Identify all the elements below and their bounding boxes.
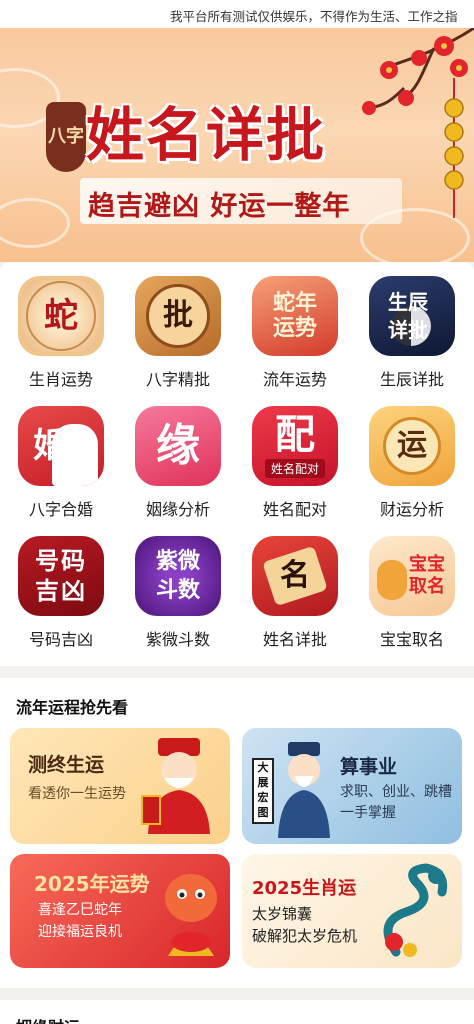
grid-label: 号码吉凶 bbox=[28, 630, 93, 649]
promo-title: 2025年运势 bbox=[34, 872, 150, 896]
baby-naming-icon: 宝宝取名 bbox=[369, 536, 455, 616]
snake-mascot-icon bbox=[165, 874, 217, 956]
scroll-icon: 名 bbox=[252, 536, 338, 616]
grid-item-xiangpi[interactable]: 名 姓名详批 bbox=[236, 522, 354, 650]
grid-item-shengchen[interactable]: 生辰详批 生辰详批 bbox=[353, 262, 471, 390]
icon-glyph: 号码吉凶 bbox=[35, 546, 87, 605]
promo-title: 测终生运 bbox=[28, 754, 105, 776]
grid-label: 姓名详批 bbox=[262, 630, 327, 649]
number-icon: 号码吉凶 bbox=[18, 536, 104, 616]
promo-card-2025[interactable]: 2025年运势 喜逢乙巳蛇年 迎接福运良机 bbox=[10, 854, 230, 968]
god-of-wealth-icon bbox=[141, 738, 210, 834]
promo-card-career[interactable]: 大展宏图 算事业 求职、创业、跳槽一手掌握 bbox=[242, 728, 462, 844]
promo-card-zodiac[interactable]: 2025生肖运 太岁锦囊 破解犯太岁危机 bbox=[242, 854, 462, 968]
promo-desc: 喜逢乙巳蛇年 bbox=[38, 902, 122, 918]
grid-label: 宝宝取名 bbox=[379, 630, 444, 649]
grid-label: 紫微斗数 bbox=[145, 630, 210, 649]
feature-grid: 蛇 生肖运势 批 八字精批 蛇年运势 流年运势 生辰详批 生辰详批 婚 八字合婚… bbox=[0, 262, 474, 666]
grid-label: 八字精批 bbox=[145, 370, 210, 389]
banner-carousel[interactable]: 八字 姓名详批 趋吉避凶 好运一整年 bbox=[0, 28, 474, 262]
promo-desc: 求职、创业、跳槽一手掌握 bbox=[340, 784, 452, 821]
grid-item-haoma[interactable]: 号码吉凶 号码吉凶 bbox=[2, 522, 120, 650]
promo-title: 2025生肖运 bbox=[252, 878, 357, 899]
grid-label: 生肖运势 bbox=[28, 370, 93, 389]
dragon-icon bbox=[383, 863, 448, 957]
icon-glyph: 生辰详批 bbox=[388, 290, 428, 342]
scholar-icon bbox=[278, 742, 330, 838]
icon-glyph: 缘 bbox=[156, 420, 200, 471]
icon-subtext: 姓名配对 bbox=[264, 458, 325, 478]
promo-desc: 看透你一生运势 bbox=[28, 786, 126, 802]
bazi-badge-text: 八字 bbox=[48, 125, 84, 147]
cloud-decoration-icon bbox=[0, 198, 70, 248]
promo-card-lifetime[interactable]: 测终生运 看透你一生运势 bbox=[10, 728, 230, 844]
promo-title: 算事业 bbox=[340, 756, 398, 778]
bazi-badge: 八字 bbox=[46, 102, 86, 172]
grid-item-caiyun[interactable]: 运 财运分析 bbox=[353, 392, 471, 520]
fortune-section: 流年运程抢先看 测终生运 看透你一生运势 大展宏图 算事业 求职、创业、跳槽一手… bbox=[0, 678, 474, 988]
coin-icon: 运 bbox=[369, 406, 455, 486]
grid-item-hehun[interactable]: 婚 八字合婚 bbox=[2, 392, 120, 520]
grid-label: 生辰详批 bbox=[379, 370, 444, 389]
icon-glyph: 蛇年运势 bbox=[272, 289, 317, 341]
grid-item-liunian[interactable]: 蛇年运势 流年运势 bbox=[236, 262, 354, 390]
notice-text: 我平台所有测试仅供娱乐，不得作为生活、工作之指 bbox=[170, 9, 458, 24]
grid-label: 流年运势 bbox=[262, 370, 327, 389]
icon-glyph: 宝宝取名 bbox=[409, 554, 445, 597]
grid-item-ziwei[interactable]: 紫微斗数 紫微斗数 bbox=[119, 522, 237, 650]
sign-text: 大展宏图 bbox=[257, 761, 269, 819]
page: 我平台所有测试仅供娱乐，不得作为生活、工作之指 八字 姓名详批 趋吉避凶 好运一… bbox=[0, 0, 474, 1024]
snake-year-icon: 蛇年运势 bbox=[252, 276, 338, 356]
grid-item-zodiac[interactable]: 蛇 生肖运势 bbox=[2, 262, 120, 390]
next-section: 姻缘财运 bbox=[0, 1000, 474, 1024]
grid-item-bazi[interactable]: 批 八字精批 bbox=[119, 262, 237, 390]
icon-glyph: 名 bbox=[280, 558, 310, 593]
icon-glyph: 运 bbox=[397, 428, 427, 463]
next-section-title: 姻缘财运 bbox=[16, 1014, 80, 1024]
ziwei-icon: 紫微斗数 bbox=[135, 536, 221, 616]
sign-board: 大展宏图 bbox=[252, 758, 274, 824]
grid-label: 姻缘分析 bbox=[145, 500, 210, 519]
section-title: 流年运程抢先看 bbox=[16, 698, 129, 717]
grid-label: 八字合婚 bbox=[28, 500, 93, 519]
icon-glyph: 紫微斗数 bbox=[155, 548, 200, 603]
grid-label: 姓名配对 bbox=[262, 500, 327, 519]
banner-title: 姓名详批 bbox=[86, 101, 327, 169]
promo-desc: 迎接福运良机 bbox=[38, 924, 122, 940]
fate-icon: 缘 bbox=[135, 406, 221, 486]
bazi-compass-icon: 批 bbox=[135, 276, 221, 356]
name-match-icon: 配 姓名配对 bbox=[252, 406, 338, 486]
icon-glyph: 批 bbox=[163, 298, 193, 333]
notice-bar: 我平台所有测试仅供娱乐，不得作为生活、工作之指 bbox=[0, 0, 474, 28]
grid-item-baobao[interactable]: 宝宝取名 宝宝取名 bbox=[353, 522, 471, 650]
promo-desc: 太岁锦囊 bbox=[252, 905, 313, 923]
promo-desc: 破解犯太岁危机 bbox=[252, 927, 358, 945]
banner-subtitle: 趋吉避凶 好运一整年 bbox=[88, 191, 351, 222]
taiji-icon: 生辰详批 bbox=[369, 276, 455, 356]
grid-item-peidui[interactable]: 配 姓名配对 姓名配对 bbox=[236, 392, 354, 520]
snake-zodiac-icon: 蛇 bbox=[18, 276, 104, 356]
grid-item-yinyuan[interactable]: 缘 姻缘分析 bbox=[119, 392, 237, 520]
icon-glyph: 婚 bbox=[33, 426, 67, 466]
icon-glyph: 配 bbox=[275, 410, 315, 458]
wedding-dress-icon: 婚 bbox=[18, 406, 104, 486]
grid-label: 财运分析 bbox=[379, 500, 444, 519]
